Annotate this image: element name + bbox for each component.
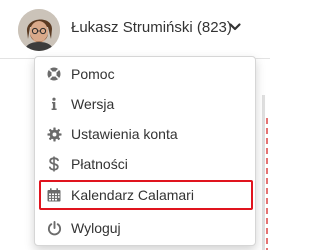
dollar-icon xyxy=(46,156,62,172)
lifebuoy-icon xyxy=(46,66,62,82)
menu-item-label: Kalendarz Calamari xyxy=(71,187,194,203)
menu-item-label: Pomoc xyxy=(71,66,115,82)
chevron-down-icon[interactable] xyxy=(228,20,242,34)
menu-item-kalendarz-calamari[interactable]: Kalendarz Calamari xyxy=(39,180,253,210)
power-icon xyxy=(46,220,62,236)
menu-item-ustawienia-konta[interactable]: Ustawienia konta xyxy=(39,120,253,148)
menu-item-label: Wersja xyxy=(71,96,115,112)
user-dropdown-menu: Pomoc Wersja Ustawienia konta Płatności … xyxy=(34,56,256,246)
page: Łukasz Strumiński (823) Pomoc Wersja Ust… xyxy=(0,0,270,250)
menu-item-label: Płatności xyxy=(71,156,128,172)
menu-item-label: Wyloguj xyxy=(71,220,121,236)
menu-item-label: Ustawienia konta xyxy=(71,126,178,142)
avatar-image xyxy=(18,9,60,51)
avatar[interactable] xyxy=(18,9,60,51)
background-page-edge xyxy=(262,95,265,250)
menu-item-wyloguj[interactable]: Wyloguj xyxy=(39,214,253,242)
calendar-icon xyxy=(46,187,62,203)
menu-item-pomoc[interactable]: Pomoc xyxy=(39,60,253,88)
user-name[interactable]: Łukasz Strumiński (823) xyxy=(71,19,232,36)
info-icon xyxy=(46,96,62,112)
user-header: Łukasz Strumiński (823) xyxy=(0,0,270,58)
gear-icon xyxy=(46,126,62,142)
background-page-marker xyxy=(266,118,268,250)
menu-item-platnosci[interactable]: Płatności xyxy=(39,150,253,178)
menu-item-wersja[interactable]: Wersja xyxy=(39,90,253,118)
